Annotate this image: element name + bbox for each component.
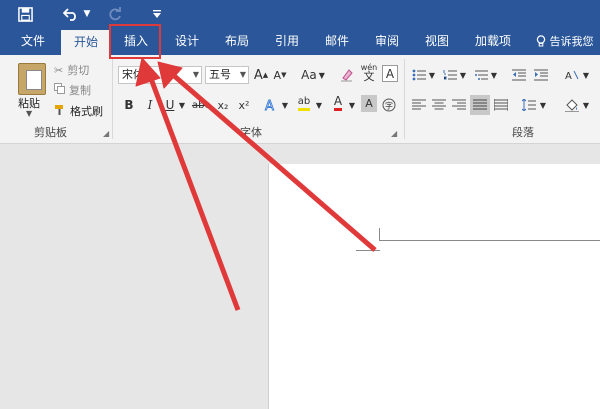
bold-button[interactable]: B [121, 95, 137, 115]
tab-view[interactable]: 视图 [414, 28, 460, 55]
tell-me-search[interactable]: 告诉我您 [536, 28, 594, 55]
font-dialog-launcher-icon[interactable]: ◢ [391, 129, 397, 138]
tab-review[interactable]: 审阅 [364, 28, 410, 55]
chevron-down-icon[interactable]: ▼ [348, 95, 356, 115]
character-border-label: A [385, 66, 395, 81]
font-size-value: 五号 [209, 68, 231, 81]
decrease-indent-icon[interactable] [510, 65, 528, 85]
chevron-down-icon: ▼ [192, 70, 199, 79]
paste-icon[interactable] [18, 63, 46, 95]
text-effects-icon[interactable]: A [262, 95, 280, 115]
tab-home[interactable]: 开始 [61, 30, 111, 55]
cut-button: ✂ 剪切 [54, 62, 89, 78]
font-group-label: 字体 [240, 126, 262, 139]
character-border-button[interactable]: A [382, 65, 398, 82]
enclose-characters-icon[interactable]: 字 [380, 95, 398, 115]
phonetic-char-label: 文 [363, 70, 375, 83]
copy-button: 复制 [54, 82, 91, 98]
tab-layout[interactable]: 布局 [214, 28, 260, 55]
font-size-select[interactable]: 五号 ▼ [205, 66, 249, 84]
align-center-icon[interactable] [430, 95, 448, 115]
shading-bucket-icon[interactable] [563, 95, 581, 115]
tell-me-label: 告诉我您 [549, 35, 594, 48]
increase-indent-icon[interactable] [532, 65, 550, 85]
format-painter-label: 格式刷 [70, 105, 103, 118]
format-painter-button[interactable]: 格式刷 [54, 103, 103, 119]
save-icon[interactable] [14, 0, 36, 28]
chevron-down-icon[interactable]: ▼ [582, 65, 590, 85]
underline-dropdown-icon[interactable]: ▼ [178, 95, 186, 115]
chevron-down-icon[interactable]: ▼ [459, 65, 467, 85]
tab-references[interactable]: 引用 [264, 28, 310, 55]
svg-text:A: A [565, 71, 572, 81]
tab-addins[interactable]: 加载项 [466, 28, 520, 55]
copy-label: 复制 [69, 84, 91, 97]
subscript-button[interactable]: x₂ [214, 95, 232, 115]
ribbon-home: 粘贴 ▼ ✂ 剪切 复制 格式刷 剪贴板 ◢ 宋体 ▼ 五号 ▼ A ▲ A ▼ A… [0, 55, 600, 144]
superscript-button[interactable]: x² [235, 95, 253, 115]
annotation-highlight-box [109, 24, 161, 59]
align-left-icon[interactable] [410, 95, 428, 115]
justify-icon[interactable] [470, 95, 490, 115]
paintbrush-icon [54, 104, 66, 119]
change-case-label: Aa [301, 68, 317, 82]
font-name-select[interactable]: 宋体 ▼ [118, 66, 202, 84]
margin-guide [380, 240, 600, 241]
paste-dropdown-icon[interactable]: ▼ [26, 109, 32, 118]
tab-design[interactable]: 设计 [164, 28, 210, 55]
cut-label: 剪切 [67, 64, 90, 77]
clipboard-group-label: 剪贴板 [34, 126, 67, 139]
chevron-down-icon[interactable]: ▼ [281, 95, 289, 115]
lightbulb-icon [536, 35, 550, 48]
chevron-down-icon[interactable]: ▼ [582, 95, 590, 115]
character-shading-button[interactable]: A [361, 95, 377, 112]
chevron-down-icon: ▼ [239, 70, 246, 79]
line-spacing-icon[interactable] [520, 95, 538, 115]
multilevel-list-icon[interactable] [472, 65, 490, 85]
distributed-icon[interactable] [492, 95, 510, 115]
ribbon-tabs: 文件 开始 插入 设计 布局 引用 邮件 审阅 视图 加载项 [0, 28, 600, 55]
group-separator [404, 59, 405, 139]
chinese-layout-icon[interactable]: A [563, 65, 581, 85]
align-right-icon[interactable] [450, 95, 468, 115]
margin-guide [356, 250, 380, 251]
chevron-down-icon[interactable]: ▼ [539, 95, 547, 115]
chevron-down-icon[interactable]: ▼ [428, 65, 436, 85]
character-shading-label: A [365, 97, 373, 110]
numbering-icon[interactable] [441, 65, 459, 85]
group-separator [112, 59, 113, 139]
shrink-font-icon[interactable]: A ▼ [271, 65, 289, 85]
change-case-button[interactable]: Aa ▼ [298, 65, 328, 85]
grow-font-icon[interactable]: A ▲ [252, 65, 270, 85]
svg-text:字: 字 [385, 101, 393, 111]
undo-icon[interactable] [60, 0, 82, 28]
strikethrough-button[interactable]: abc [190, 95, 212, 115]
clipboard-dialog-launcher-icon[interactable]: ◢ [103, 129, 109, 138]
copy-icon [54, 83, 65, 97]
underline-button[interactable]: U [162, 95, 178, 115]
tab-file[interactable]: 文件 [10, 28, 56, 55]
paragraph-group-label: 段落 [512, 126, 534, 139]
chevron-down-icon[interactable]: ▼ [315, 95, 323, 115]
margin-guide [379, 228, 380, 241]
bullets-icon[interactable] [410, 65, 428, 85]
document-page[interactable] [268, 164, 600, 409]
highlight-color-icon[interactable]: ab [295, 93, 313, 113]
tab-mailings[interactable]: 邮件 [314, 28, 360, 55]
font-color-icon[interactable]: A [329, 93, 347, 113]
font-name-value: 宋体 [122, 68, 144, 81]
undo-dropdown-icon[interactable]: ▼ [82, 0, 92, 28]
svg-text:A: A [265, 99, 274, 112]
italic-button[interactable]: I [142, 95, 158, 115]
chevron-down-icon[interactable]: ▼ [490, 65, 498, 85]
scissors-icon: ✂ [54, 63, 64, 77]
phonetic-guide-button[interactable]: wén 文 [358, 62, 380, 82]
clear-formatting-icon[interactable] [338, 65, 356, 85]
